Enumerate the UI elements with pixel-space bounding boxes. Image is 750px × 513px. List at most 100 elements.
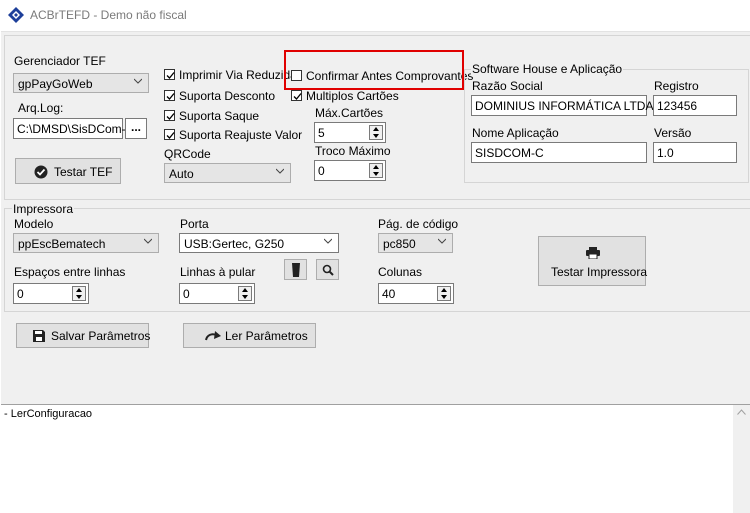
- chevron-down-icon: [144, 238, 152, 244]
- log-scrollbar[interactable]: [733, 405, 750, 513]
- chevron-down-icon: [324, 238, 332, 244]
- search-icon: [322, 264, 334, 276]
- espacos-value: 0: [17, 287, 24, 301]
- spin-up-icon: [373, 165, 379, 169]
- spin-up-icon: [441, 288, 447, 292]
- chevron-down-icon: [276, 168, 284, 174]
- browse-label: ...: [131, 120, 142, 134]
- gerenciador-label: Gerenciador TEF: [14, 54, 106, 68]
- checkbox-box: [164, 90, 175, 101]
- troco-spinner[interactable]: 0: [314, 160, 386, 181]
- colunas-spinner[interactable]: 40: [378, 283, 454, 304]
- qrcode-label: QRCode: [164, 147, 211, 161]
- razao-value: DOMINIUS INFORMÁTICA LTDA.: [475, 99, 657, 113]
- title-bar: ACBrTEFD - Demo não fiscal: [0, 0, 750, 31]
- suporta-reajuste-label: Suporta Reajuste Valor: [179, 128, 303, 142]
- testar-tef-button[interactable]: Testar TEF: [15, 158, 121, 184]
- linhas-spinner[interactable]: 0: [179, 283, 255, 304]
- software-house-caption: Software House e Aplicação: [471, 62, 624, 76]
- troco-value: 0: [318, 164, 325, 178]
- gerenciador-select[interactable]: gpPayGoWeb: [13, 73, 149, 93]
- spin-down-icon: [373, 172, 379, 176]
- razao-label: Razão Social: [472, 79, 543, 93]
- check-icon: [166, 132, 175, 139]
- spin-buttons[interactable]: [369, 125, 383, 140]
- highlight-box: [284, 50, 464, 90]
- arqlog-label: Arq.Log:: [18, 101, 64, 115]
- impressora-caption: Impressora: [12, 202, 75, 216]
- main-panel: Gerenciador TEF gpPayGoWeb Arq.Log: C:\D…: [1, 31, 750, 404]
- printer-icon: [586, 247, 600, 259]
- nome-aplicacao-input[interactable]: SISDCOM-C: [471, 142, 647, 163]
- suporta-desconto-label: Suporta Desconto: [179, 89, 276, 103]
- spin-down-icon: [76, 295, 82, 299]
- arqlog-value: C:\DMSD\SisDCom-C: [17, 122, 135, 136]
- salvar-parametros-button[interactable]: Salvar Parâmetros: [16, 323, 151, 348]
- pag-codigo-label: Pág. de código: [378, 217, 459, 231]
- arqlog-input[interactable]: C:\DMSD\SisDCom-C: [13, 118, 134, 139]
- checkbox-box: [164, 129, 175, 140]
- scroll-up-icon[interactable]: [737, 409, 746, 415]
- pag-codigo-select[interactable]: pc850: [378, 233, 453, 253]
- save-icon: [33, 330, 45, 342]
- check-circle-icon: [34, 165, 48, 179]
- app-icon: [8, 7, 24, 23]
- troco-label: Troco Máximo: [315, 144, 391, 158]
- porta-select[interactable]: USB:Gertec, G250: [179, 233, 339, 253]
- qrcode-value: Auto: [169, 167, 194, 181]
- salvar-label: Salvar Parâmetros: [51, 329, 151, 343]
- ler-parametros-button[interactable]: Ler Parâmetros: [183, 323, 316, 348]
- log-memo[interactable]: - LerConfiguracao: [1, 404, 750, 513]
- linhas-value: 0: [183, 287, 190, 301]
- window-title: ACBrTEFD - Demo não fiscal: [30, 8, 187, 22]
- redo-arrow-icon: [205, 331, 221, 341]
- versao-value: 1.0: [657, 146, 674, 160]
- imprimir-via-reduzida-label: Imprimir Via Reduzida: [179, 68, 297, 82]
- colunas-value: 40: [382, 287, 396, 301]
- log-line: - LerConfiguracao: [4, 408, 93, 420]
- max-cartoes-spinner[interactable]: 5: [314, 122, 386, 143]
- gaveta-button[interactable]: [284, 259, 307, 280]
- versao-input[interactable]: 1.0: [653, 142, 737, 163]
- spin-buttons[interactable]: [369, 163, 383, 178]
- spin-down-icon: [441, 295, 447, 299]
- check-icon: [166, 93, 175, 100]
- spin-buttons[interactable]: [238, 286, 252, 301]
- modelo-label: Modelo: [14, 217, 54, 231]
- linhas-label: Linhas à pular: [180, 265, 256, 279]
- registro-label: Registro: [654, 79, 699, 93]
- porta-label: Porta: [180, 217, 209, 231]
- spin-down-icon: [242, 295, 248, 299]
- max-cartoes-label: Máx.Cartões: [315, 106, 384, 120]
- registro-value: 123456: [657, 99, 698, 113]
- browse-button[interactable]: ...: [125, 118, 147, 139]
- chevron-down-icon: [134, 78, 142, 84]
- versao-label: Versão: [654, 126, 692, 140]
- spin-buttons[interactable]: [72, 286, 86, 301]
- testar-impressora-button[interactable]: Testar Impressora: [538, 236, 648, 286]
- spin-buttons[interactable]: [437, 286, 451, 301]
- ler-label: Ler Parâmetros: [225, 329, 308, 343]
- search-button[interactable]: [316, 259, 339, 280]
- nome-aplicacao-label: Nome Aplicação: [472, 126, 559, 140]
- checkbox-box: [164, 110, 175, 121]
- espacos-spinner[interactable]: 0: [13, 283, 89, 304]
- nome-aplicacao-value: SISDCOM-C: [475, 146, 544, 160]
- modelo-value: ppEscBematech: [18, 237, 106, 251]
- spin-up-icon: [242, 288, 248, 292]
- razao-input[interactable]: DOMINIUS INFORMÁTICA LTDA.: [471, 95, 657, 116]
- registro-input[interactable]: 123456: [653, 95, 737, 116]
- suporta-saque-label: Suporta Saque: [179, 109, 260, 123]
- pag-codigo-value: pc850: [383, 237, 416, 251]
- modelo-select[interactable]: ppEscBematech: [13, 233, 159, 253]
- testar-tef-label: Testar TEF: [54, 165, 113, 179]
- check-icon: [166, 113, 175, 120]
- testar-impressora-label: Testar Impressora: [551, 265, 648, 279]
- chevron-down-icon: [438, 238, 446, 244]
- spin-up-icon: [373, 127, 379, 131]
- check-icon: [293, 93, 302, 100]
- spin-down-icon: [373, 134, 379, 138]
- colunas-label: Colunas: [378, 265, 423, 279]
- qrcode-select[interactable]: Auto: [164, 163, 291, 183]
- gerenciador-value: gpPayGoWeb: [18, 77, 93, 91]
